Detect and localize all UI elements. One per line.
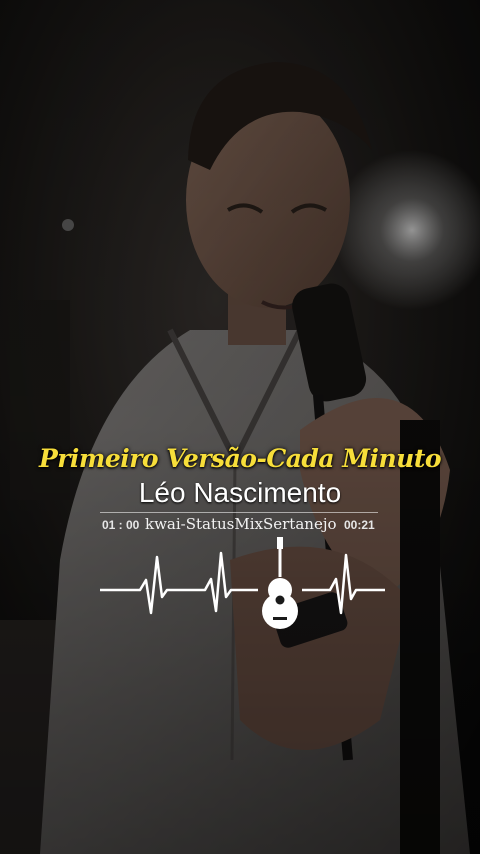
heartbeat-line-icon [100, 551, 385, 615]
guitar-icon [262, 537, 298, 629]
total-time: 00:21 [344, 518, 375, 532]
artist-name: Léo Nascimento [138, 477, 342, 508]
elapsed-time: 01 : 00 [102, 518, 140, 532]
video-frame: Primeiro Versão-Cada Minuto Léo Nascimen… [0, 0, 480, 854]
background-photo [0, 0, 480, 854]
song-title: Primeiro Versão-Cada Minuto [38, 444, 442, 473]
progress-divider [100, 512, 378, 513]
heartbeat-guitar-graphic [100, 537, 385, 629]
source-credit: kwai-StatusMixSertanejo [145, 515, 337, 533]
